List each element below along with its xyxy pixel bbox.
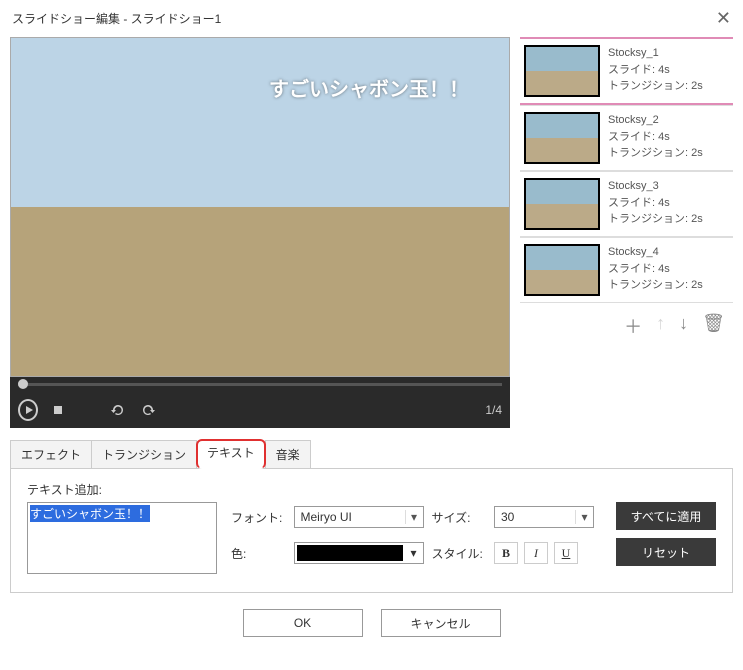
italic-button[interactable]: I	[524, 542, 548, 564]
style-label: スタイル:	[432, 545, 487, 562]
thumb-item[interactable]: Stocksy_2 スライド: 4s トランジション: 2s	[520, 105, 733, 171]
thumb-item[interactable]: Stocksy_4 スライド: 4s トランジション: 2s	[520, 237, 733, 303]
rotate-left-icon[interactable]	[108, 400, 128, 420]
font-label: フォント:	[231, 509, 286, 526]
slide-counter: 1/4	[485, 403, 502, 417]
window-title: スライドショー編集 - スライドショー1	[12, 10, 221, 27]
thumb-slide: スライド: 4s	[608, 195, 703, 212]
delete-slide-icon[interactable]: 🗑	[702, 313, 725, 339]
thumbnail-image	[524, 178, 600, 230]
move-down-icon[interactable]: ↓	[679, 313, 688, 339]
size-select[interactable]: 30▾	[494, 506, 594, 528]
thumbnail-image	[524, 112, 600, 164]
color-select[interactable]: ▾	[294, 542, 424, 564]
thumb-trans: トランジション: 2s	[608, 145, 703, 162]
rotate-right-icon[interactable]	[138, 400, 158, 420]
stop-button[interactable]	[48, 400, 68, 420]
thumbnail-image	[524, 45, 600, 97]
timeline-slider[interactable]	[10, 377, 510, 392]
thumbnail-image	[524, 244, 600, 296]
add-slide-icon[interactable]: ＋	[624, 313, 642, 339]
thumb-name: Stocksy_3	[608, 178, 703, 195]
text-add-label: テキスト追加:	[27, 481, 716, 498]
move-up-icon[interactable]: ↑	[656, 313, 665, 339]
thumb-trans: トランジション: 2s	[608, 211, 703, 228]
thumb-name: Stocksy_1	[608, 45, 703, 62]
tab-text[interactable]: テキスト	[196, 439, 266, 469]
play-button[interactable]	[18, 400, 38, 420]
thumb-trans: トランジション: 2s	[608, 277, 703, 294]
color-label: 色:	[231, 545, 286, 562]
overlay-text: すごいシャボン玉！！	[269, 73, 469, 102]
thumb-item[interactable]: Stocksy_3 スライド: 4s トランジション: 2s	[520, 171, 733, 237]
ok-button[interactable]: OK	[243, 609, 363, 637]
close-icon[interactable]: ✕	[716, 8, 731, 29]
tab-effect[interactable]: エフェクト	[10, 440, 92, 469]
tab-music[interactable]: 音楽	[265, 440, 311, 469]
text-input[interactable]: すごいシャボン玉！！	[27, 502, 217, 574]
thumb-name: Stocksy_2	[608, 112, 703, 129]
thumb-slide: スライド: 4s	[608, 261, 703, 278]
thumb-slide: スライド: 4s	[608, 129, 703, 146]
size-label: サイズ:	[432, 509, 487, 526]
thumb-item[interactable]: Stocksy_1 スライド: 4s トランジション: 2s	[520, 37, 733, 105]
underline-button[interactable]: U	[554, 542, 578, 564]
font-select[interactable]: Meiryo UI▾	[294, 506, 424, 528]
tab-transition[interactable]: トランジション	[91, 440, 197, 469]
reset-button[interactable]: リセット	[616, 538, 716, 566]
bold-button[interactable]: B	[494, 542, 518, 564]
thumb-trans: トランジション: 2s	[608, 78, 703, 95]
preview-area: すごいシャボン玉！！	[10, 37, 510, 377]
thumb-name: Stocksy_4	[608, 244, 703, 261]
cancel-button[interactable]: キャンセル	[381, 609, 501, 637]
thumb-slide: スライド: 4s	[608, 62, 703, 79]
apply-all-button[interactable]: すべてに適用	[616, 502, 716, 530]
